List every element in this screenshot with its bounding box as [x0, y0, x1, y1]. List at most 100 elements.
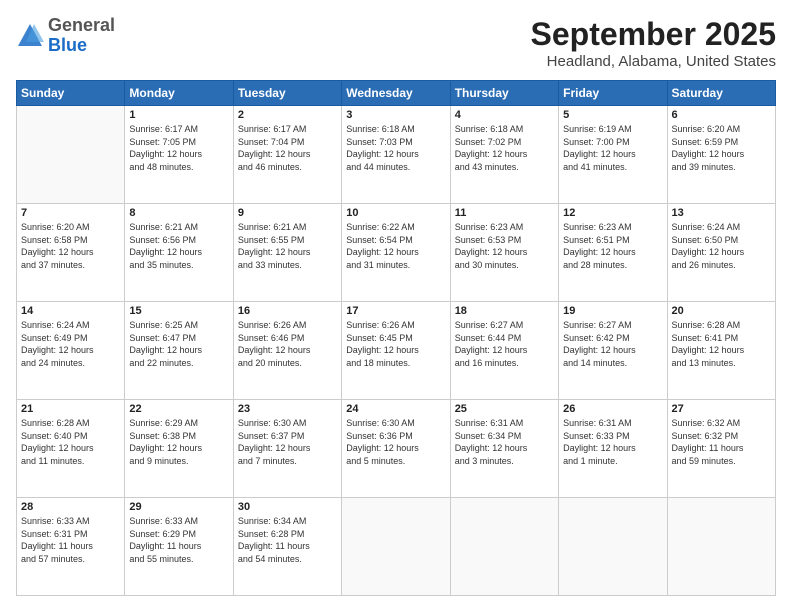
day-number: 30 [238, 501, 337, 513]
day-info: Sunrise: 6:26 AM Sunset: 6:45 PM Dayligh… [346, 319, 445, 369]
day-info: Sunrise: 6:27 AM Sunset: 6:42 PM Dayligh… [563, 319, 662, 369]
week-row-4: 28 Sunrise: 6:33 AM Sunset: 6:31 PM Dayli… [17, 498, 776, 596]
day-number: 29 [129, 501, 228, 513]
weekday-header-wednesday: Wednesday [342, 81, 450, 106]
day-number: 23 [238, 403, 337, 415]
day-number: 25 [455, 403, 554, 415]
calendar-cell [17, 106, 125, 204]
location: Headland, Alabama, United States [531, 53, 776, 70]
day-number: 18 [455, 305, 554, 317]
day-info: Sunrise: 6:29 AM Sunset: 6:38 PM Dayligh… [129, 417, 228, 467]
calendar-cell: 18 Sunrise: 6:27 AM Sunset: 6:44 PM Dayli… [450, 302, 558, 400]
title-block: September 2025 Headland, Alabama, United… [531, 16, 776, 70]
calendar-cell: 15 Sunrise: 6:25 AM Sunset: 6:47 PM Dayli… [125, 302, 233, 400]
day-number: 8 [129, 207, 228, 219]
week-row-3: 21 Sunrise: 6:28 AM Sunset: 6:40 PM Dayli… [17, 400, 776, 498]
day-number: 19 [563, 305, 662, 317]
calendar-cell: 10 Sunrise: 6:22 AM Sunset: 6:54 PM Dayli… [342, 204, 450, 302]
day-number: 6 [672, 109, 771, 121]
calendar-cell: 13Sunrise: 6:24 AM Sunset: 6:50 PM Dayli… [667, 204, 775, 302]
calendar-cell: 23 Sunrise: 6:30 AM Sunset: 6:37 PM Dayli… [233, 400, 341, 498]
calendar-cell: 26 Sunrise: 6:31 AM Sunset: 6:33 PM Dayli… [559, 400, 667, 498]
header: General Blue September 2025 Headland, Al… [16, 16, 776, 70]
day-number: 15 [129, 305, 228, 317]
calendar-cell [342, 498, 450, 596]
week-row-0: 1 Sunrise: 6:17 AM Sunset: 7:05 PM Daylig… [17, 106, 776, 204]
calendar-cell: 2 Sunrise: 6:17 AM Sunset: 7:04 PM Daylig… [233, 106, 341, 204]
weekday-header-tuesday: Tuesday [233, 81, 341, 106]
day-info: Sunrise: 6:22 AM Sunset: 6:54 PM Dayligh… [346, 221, 445, 271]
day-info: Sunrise: 6:17 AM Sunset: 7:04 PM Dayligh… [238, 123, 337, 173]
day-info: Sunrise: 6:25 AM Sunset: 6:47 PM Dayligh… [129, 319, 228, 369]
day-number: 20 [672, 305, 771, 317]
day-info: Sunrise: 6:27 AM Sunset: 6:44 PM Dayligh… [455, 319, 554, 369]
day-info: Sunrise: 6:19 AM Sunset: 7:00 PM Dayligh… [563, 123, 662, 173]
calendar-cell: 6 Sunrise: 6:20 AM Sunset: 6:59 PM Daylig… [667, 106, 775, 204]
day-info: Sunrise: 6:21 AM Sunset: 6:55 PM Dayligh… [238, 221, 337, 271]
calendar-cell: 7 Sunrise: 6:20 AM Sunset: 6:58 PM Daylig… [17, 204, 125, 302]
calendar-cell: 1 Sunrise: 6:17 AM Sunset: 7:05 PM Daylig… [125, 106, 233, 204]
day-info: Sunrise: 6:17 AM Sunset: 7:05 PM Dayligh… [129, 123, 228, 173]
day-info: Sunrise: 6:30 AM Sunset: 6:36 PM Dayligh… [346, 417, 445, 467]
day-info: Sunrise: 6:30 AM Sunset: 6:37 PM Dayligh… [238, 417, 337, 467]
calendar-cell: 5Sunrise: 6:19 AM Sunset: 7:00 PM Daylig… [559, 106, 667, 204]
day-info: Sunrise: 6:24 AM Sunset: 6:49 PM Dayligh… [21, 319, 120, 369]
day-info: Sunrise: 6:28 AM Sunset: 6:40 PM Dayligh… [21, 417, 120, 467]
day-number: 3 [346, 109, 445, 121]
calendar-cell: 8Sunrise: 6:21 AM Sunset: 6:56 PM Daylig… [125, 204, 233, 302]
calendar-cell: 14 Sunrise: 6:24 AM Sunset: 6:49 PM Dayli… [17, 302, 125, 400]
day-number: 7 [21, 207, 120, 219]
day-number: 12 [563, 207, 662, 219]
day-number: 26 [563, 403, 662, 415]
day-info: Sunrise: 6:31 AM Sunset: 6:34 PM Dayligh… [455, 417, 554, 467]
calendar-cell: 25 Sunrise: 6:31 AM Sunset: 6:34 PM Dayli… [450, 400, 558, 498]
day-number: 13 [672, 207, 771, 219]
day-number: 4 [455, 109, 554, 121]
logo-text: General Blue [48, 16, 115, 56]
day-number: 10 [346, 207, 445, 219]
day-info: Sunrise: 6:32 AM Sunset: 6:32 PM Dayligh… [672, 417, 771, 467]
calendar-table: SundayMondayTuesdayWednesdayThursdayFrid… [16, 80, 776, 596]
day-number: 22 [129, 403, 228, 415]
logo: General Blue [16, 16, 115, 56]
calendar-cell: 22 Sunrise: 6:29 AM Sunset: 6:38 PM Dayli… [125, 400, 233, 498]
calendar-cell: 17 Sunrise: 6:26 AM Sunset: 6:45 PM Dayli… [342, 302, 450, 400]
day-number: 28 [21, 501, 120, 513]
calendar-cell: 29Sunrise: 6:33 AM Sunset: 6:29 PM Dayli… [125, 498, 233, 596]
day-number: 21 [21, 403, 120, 415]
day-number: 11 [455, 207, 554, 219]
day-info: Sunrise: 6:23 AM Sunset: 6:51 PM Dayligh… [563, 221, 662, 271]
calendar-cell: 4 Sunrise: 6:18 AM Sunset: 7:02 PM Daylig… [450, 106, 558, 204]
day-number: 16 [238, 305, 337, 317]
day-number: 9 [238, 207, 337, 219]
calendar-cell: 27 Sunrise: 6:32 AM Sunset: 6:32 PM Dayli… [667, 400, 775, 498]
week-row-1: 7 Sunrise: 6:20 AM Sunset: 6:58 PM Daylig… [17, 204, 776, 302]
day-info: Sunrise: 6:20 AM Sunset: 6:58 PM Dayligh… [21, 221, 120, 271]
day-info: Sunrise: 6:28 AM Sunset: 6:41 PM Dayligh… [672, 319, 771, 369]
day-info: Sunrise: 6:20 AM Sunset: 6:59 PM Dayligh… [672, 123, 771, 173]
day-number: 17 [346, 305, 445, 317]
day-info: Sunrise: 6:33 AM Sunset: 6:31 PM Dayligh… [21, 515, 120, 565]
day-number: 27 [672, 403, 771, 415]
calendar-cell: 24Sunrise: 6:30 AM Sunset: 6:36 PM Dayli… [342, 400, 450, 498]
calendar-cell: 11 Sunrise: 6:23 AM Sunset: 6:53 PM Dayli… [450, 204, 558, 302]
weekday-header-friday: Friday [559, 81, 667, 106]
calendar-cell: 12 Sunrise: 6:23 AM Sunset: 6:51 PM Dayli… [559, 204, 667, 302]
calendar-cell: 19 Sunrise: 6:27 AM Sunset: 6:42 PM Dayli… [559, 302, 667, 400]
weekday-header-sunday: Sunday [17, 81, 125, 106]
day-info: Sunrise: 6:34 AM Sunset: 6:28 PM Dayligh… [238, 515, 337, 565]
calendar-cell: 20 Sunrise: 6:28 AM Sunset: 6:41 PM Dayli… [667, 302, 775, 400]
weekday-header-monday: Monday [125, 81, 233, 106]
calendar-cell [667, 498, 775, 596]
calendar-cell: 3 Sunrise: 6:18 AM Sunset: 7:03 PM Daylig… [342, 106, 450, 204]
day-info: Sunrise: 6:31 AM Sunset: 6:33 PM Dayligh… [563, 417, 662, 467]
weekday-header-row: SundayMondayTuesdayWednesdayThursdayFrid… [17, 81, 776, 106]
day-number: 2 [238, 109, 337, 121]
weekday-header-saturday: Saturday [667, 81, 775, 106]
day-info: Sunrise: 6:23 AM Sunset: 6:53 PM Dayligh… [455, 221, 554, 271]
day-info: Sunrise: 6:18 AM Sunset: 7:02 PM Dayligh… [455, 123, 554, 173]
calendar-cell: 9 Sunrise: 6:21 AM Sunset: 6:55 PM Daylig… [233, 204, 341, 302]
day-number: 14 [21, 305, 120, 317]
day-number: 1 [129, 109, 228, 121]
day-info: Sunrise: 6:18 AM Sunset: 7:03 PM Dayligh… [346, 123, 445, 173]
